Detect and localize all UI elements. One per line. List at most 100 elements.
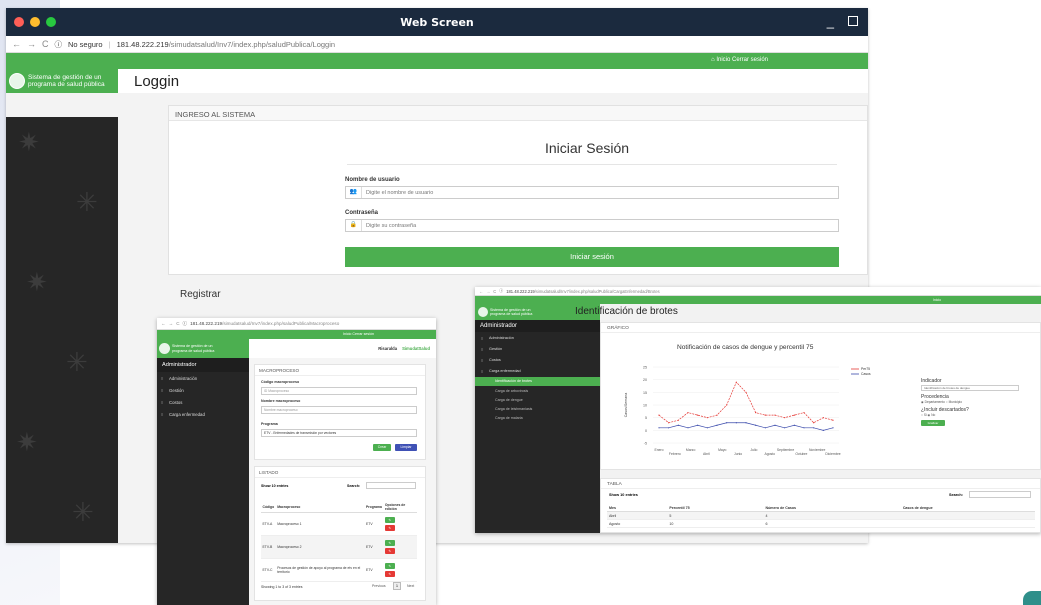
edit-icon[interactable]: ✎ — [384, 517, 395, 523]
discard-radio-si[interactable]: ○ Si — [921, 413, 927, 417]
entries-selector[interactable]: Show 10 entries — [261, 484, 288, 488]
origin-radio-municipio[interactable]: ○ Municipio — [946, 400, 962, 404]
sidebar-subitem-dengue[interactable]: Carga de dengue — [475, 395, 600, 404]
sidebar: Administrador Administración Gestión Cos… — [475, 320, 600, 533]
sidebar-item-administracion[interactable]: Administración — [157, 372, 249, 384]
url-host: 181.48.222.219 — [190, 321, 223, 326]
x-tick-label: Febrero — [669, 452, 681, 456]
logo-emblem-icon — [9, 73, 25, 89]
page-1-button[interactable]: 1 — [393, 582, 401, 590]
save-button[interactable]: Crear — [373, 444, 391, 451]
address-bar[interactable]: ← → C ⓘ No seguro | 181.48.222.219/simud… — [6, 36, 868, 53]
prev-page-button[interactable]: Previous — [372, 584, 386, 588]
code-input[interactable]: ID Macroproceso — [261, 387, 417, 395]
data-point — [697, 424, 699, 426]
table-info: Showing 1 to 3 of 3 entries — [261, 585, 303, 589]
data-point — [745, 422, 747, 424]
data-point — [668, 427, 670, 429]
app-logo[interactable]: Sistema de gestión de un programa de sal… — [6, 69, 118, 93]
sidebar-subitem-malaria[interactable]: Carga de malaria — [475, 414, 600, 423]
x-tick-label: Julio — [750, 448, 757, 452]
logo-text: Sistema de gestión de un programa de sal… — [28, 74, 105, 88]
address-bar[interactable]: ← → C ⓘ 181.48.222.219/simudatsalud/Inv7… — [157, 318, 436, 330]
column-header[interactable]: Programa — [364, 501, 384, 513]
delete-icon[interactable]: ✎ — [384, 548, 395, 554]
reload-icon[interactable]: C — [176, 321, 179, 326]
table-row: ETV-B Macroproceso 2 ETV ✎ ✎ — [261, 535, 417, 559]
cell-actions: ✎ ✎ — [383, 512, 417, 536]
register-link[interactable]: Registrar — [180, 289, 221, 300]
program-select[interactable]: ETV - Enfermedades de transmisión por ve… — [261, 429, 417, 437]
user-icon: 👥 — [346, 187, 362, 198]
delete-icon[interactable]: ✎ — [384, 571, 395, 577]
cell-mes: Abril — [607, 511, 668, 520]
back-icon[interactable]: ← — [12, 39, 21, 49]
sidebar-subitem-brotes[interactable]: Identificación de brotes — [475, 376, 600, 386]
sidebar-item-carga-enfermedad[interactable]: Carga enfermedad — [475, 366, 600, 377]
column-header[interactable]: Macroproceso — [275, 501, 365, 513]
mosquito-icon: ✷ — [16, 427, 38, 457]
header-links[interactable]: ⌂ Inicio Cerrar sesión — [711, 57, 768, 63]
origin-radio-departamento[interactable]: ◉ Departamento — [921, 400, 945, 404]
sidebar-item-costos[interactable]: Costos — [475, 354, 600, 365]
column-header[interactable]: Número de Casos — [763, 504, 901, 512]
sidebar-item-costos[interactable]: Costos — [157, 396, 249, 408]
reload-icon[interactable]: C — [493, 289, 496, 294]
sidebar-item-carga-enfermedad[interactable]: Carga enfermedad — [157, 408, 249, 420]
header-links[interactable]: Inicio — [933, 298, 941, 302]
column-header[interactable]: Percentil 75 — [667, 504, 764, 512]
clear-button[interactable]: Limpiar — [395, 444, 417, 451]
series-line-casos — [659, 422, 834, 431]
sidebar-item-gestion[interactable]: Gestión — [157, 384, 249, 396]
reload-icon[interactable]: C — [42, 39, 49, 49]
sidebar-subitem-arbovirosis[interactable]: Carga de arbovirosis — [475, 386, 600, 395]
cell-actions: ✎ ✎ — [383, 558, 417, 582]
search-label: Search: — [347, 484, 361, 488]
origin-option-label: Municipio — [948, 400, 963, 404]
next-page-button[interactable]: Next — [407, 584, 414, 588]
column-header[interactable]: Casos de dengue — [900, 504, 1035, 512]
cell-p75: 5 — [667, 511, 764, 520]
indicator-select[interactable]: Identificación de brotes de dengue — [921, 385, 1019, 391]
password-label: Contraseña — [345, 210, 379, 216]
legend-label: Casos — [861, 372, 871, 376]
minimize-icon[interactable]: _ — [827, 14, 834, 29]
form-header: MACROPROCESO — [255, 365, 425, 376]
maximize-icon[interactable] — [848, 16, 858, 26]
graph-button[interactable]: Graficar — [921, 420, 945, 426]
edit-icon[interactable]: ✎ — [384, 540, 395, 546]
entries-selector[interactable]: Show 10 entries — [609, 493, 638, 497]
column-header[interactable]: Código — [261, 501, 276, 513]
delete-icon[interactable]: ✎ — [384, 525, 395, 531]
forward-icon[interactable]: → — [27, 39, 36, 49]
cell-program: ETV — [364, 512, 384, 536]
y-tick-label: 25 — [643, 366, 647, 370]
logo-line-2: programa de salud pública — [490, 312, 533, 316]
info-icon: ⓘ — [182, 320, 188, 326]
discard-radio-no[interactable]: ◉ No — [928, 413, 936, 417]
info-icon[interactable]: ⓘ — [55, 39, 63, 50]
edit-icon[interactable]: ✎ — [384, 563, 395, 569]
discard-radio-group: ○ Si ◉ No — [921, 413, 1039, 417]
sidebar-item-gestion[interactable]: Gestión — [475, 343, 600, 354]
column-header[interactable]: Mes — [607, 504, 668, 512]
password-input[interactable]: 🔒 Digite su contraseña — [345, 219, 839, 232]
address-bar[interactable]: ← → C ⓘ 181.48.222.219/simudatsalud/Inv7… — [475, 287, 1041, 296]
sidebar-item-administracion[interactable]: Administración — [475, 332, 600, 343]
login-button[interactable]: Iniciar sesión — [345, 247, 839, 267]
username-input[interactable]: 👥 Digite el nombre de usuario — [345, 186, 839, 199]
sidebar-subitem-leishmaniasis[interactable]: Carga de leishmaniasis — [475, 404, 600, 413]
forward-icon[interactable]: → — [486, 289, 490, 294]
search-input[interactable] — [969, 491, 1031, 498]
app-logo[interactable]: Sistema de gestión de un programa de sal… — [157, 339, 249, 358]
back-icon[interactable]: ← — [161, 321, 166, 326]
search-input[interactable] — [366, 482, 416, 489]
name-input[interactable]: Nombre macroproceso — [261, 406, 417, 414]
app-header-bar: Inicio — [475, 296, 1041, 304]
back-icon[interactable]: ← — [479, 289, 483, 294]
forward-icon[interactable]: → — [169, 321, 174, 326]
data-point — [774, 424, 776, 426]
chart-header: GRÁFICO — [601, 323, 1040, 333]
header-links-text[interactable]: Inicio Cerrar sesión — [716, 57, 768, 63]
header-links[interactable]: Inicio Cerrar sesión — [343, 332, 374, 336]
